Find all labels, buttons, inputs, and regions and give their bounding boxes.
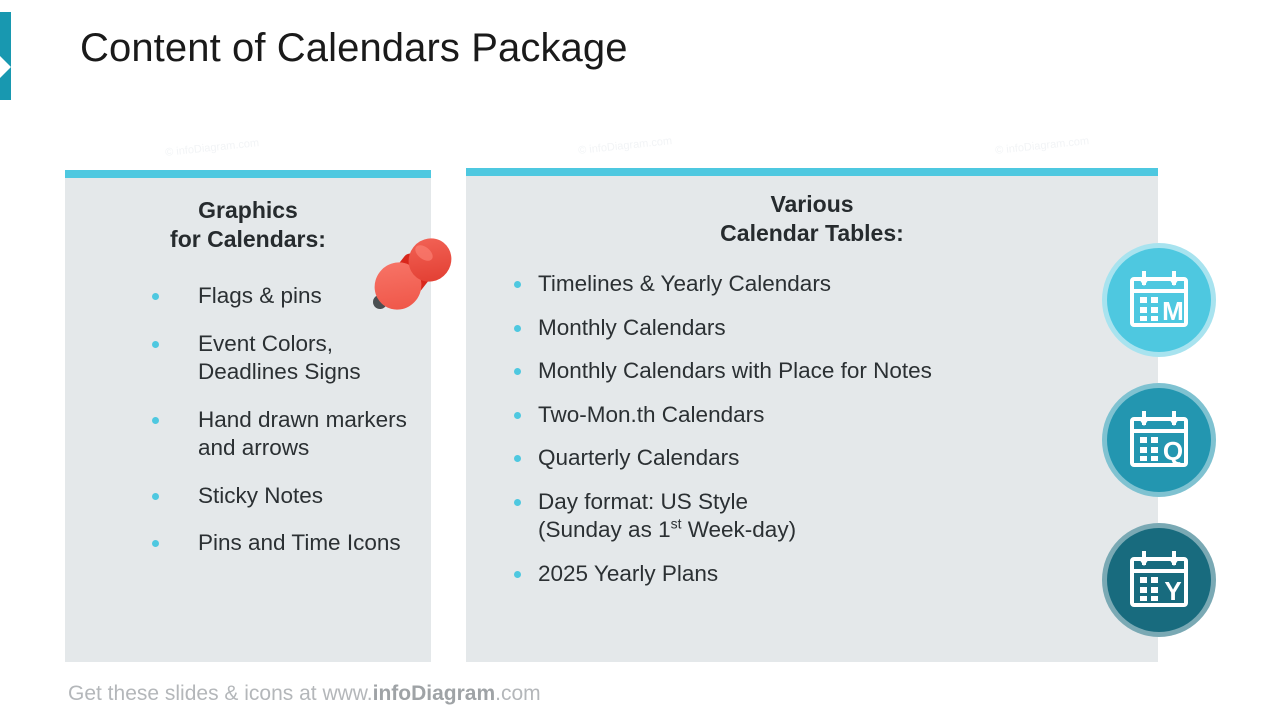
bullet-dot-icon [514,498,521,506]
ordinal-suffix: st [670,515,682,532]
list-item-label: Quarterly Calendars [538,445,740,471]
panel-top-accent-bar [466,168,1158,176]
quarterly-calendar-icon[interactable]: Q [1107,388,1211,492]
list-item: Pins and Time Icons [150,529,480,558]
footer-brand: infoDiagram [372,682,496,705]
list-item: Day format: US Style (Sunday as 1st Week… [490,488,1130,545]
watermark: © infoDiagram.com [994,135,1090,157]
left-panel-bullet-list: Flags & pins Event Colors, Deadlines Sign… [150,282,480,577]
right-panel-heading: Various Calendar Tables: [466,190,1158,248]
list-item-line1: Day format: US Style [538,488,749,514]
left-content-panel: Graphics for Calendars: Flags & pins Eve… [65,170,431,662]
list-item-label: Monthly Calendars with Place for Notes [538,358,932,384]
page-title: Content of Calendars Package [80,26,628,70]
list-item-label: Monthly Calendars [538,314,726,340]
list-item-label: Event Colors, Deadlines Signs [198,330,361,385]
list-item: Flags & pins [150,282,480,311]
right-panel-bullet-list: Timelines & Yearly Calendars Monthly Cal… [490,270,1130,604]
list-item: 2025 Yearly Plans [490,560,1130,589]
left-panel-heading-line1: Graphics [198,197,298,223]
list-item-line2-post: Week-day) [681,517,797,543]
right-panel-heading-line1: Various [770,191,854,217]
right-panel-heading-line2: Calendar Tables: [720,219,904,246]
list-item-label: Day format: US Style (Sunday as 1st Week… [538,488,1130,545]
list-item: Two-Mon.th Calendars [490,401,1130,430]
bullet-dot-icon [152,416,159,424]
list-item-label: Pins and Time Icons [198,530,401,556]
bullet-dot-icon [514,281,521,288]
list-item-label: 2025 Yearly Plans [538,560,719,586]
bullet-dot-icon [514,324,521,332]
footer-attribution: Get these slides & icons at www.infoDiag… [68,682,541,706]
bullet-dot-icon [514,411,521,419]
list-item: Timelines & Yearly Calendars [490,270,1130,299]
bullet-dot-icon [514,455,521,463]
list-item: Event Colors, Deadlines Signs [150,330,480,387]
panel-top-accent-bar [65,170,431,178]
calendar-glyph: Y [1130,551,1188,607]
calendar-icon-letter: Y [1164,576,1181,606]
list-item-label: Two-Mon.th Calendars [538,401,765,427]
bullet-dot-icon [152,293,159,300]
monthly-calendar-icon[interactable]: M [1107,248,1211,352]
list-item-label: Timelines & Yearly Calendars [538,271,832,296]
list-item: Quarterly Calendars [490,444,1130,473]
bullet-dot-icon [152,492,159,500]
list-item-label: Flags & pins [198,283,322,308]
list-item: Sticky Notes [150,482,480,511]
bullet-dot-icon [152,540,159,548]
bullet-dot-icon [152,340,159,348]
footer-suffix: .com [495,682,541,705]
watermark: © infoDiagram.com [577,135,673,157]
calendar-glyph: Q [1130,411,1188,467]
list-item-label: Hand drawn markers and arrows [198,406,407,461]
calendar-icon-letter: M [1162,296,1184,326]
right-content-panel: Various Calendar Tables: Timelines & Yea… [466,168,1158,662]
left-panel-heading: Graphics for Calendars: [65,196,431,254]
list-item: Monthly Calendars with Place for Notes [490,357,1130,386]
bullet-dot-icon [514,368,521,376]
footer-prefix: Get these slides & icons at www. [68,682,373,705]
list-item: Monthly Calendars [490,314,1130,343]
left-edge-accent-bar [0,12,11,100]
list-item-label: Sticky Notes [198,482,324,508]
calendar-icon-letter: Q [1163,436,1183,466]
chevron-right-icon [0,56,11,78]
list-item: Hand drawn markers and arrows [150,406,480,463]
yearly-calendar-icon[interactable]: Y [1107,528,1211,632]
watermark: © infoDiagram.com [164,137,260,159]
list-item-line2-pre: (Sunday as 1 [538,517,671,543]
left-panel-heading-line2: for Calendars: [170,225,326,252]
calendar-glyph: M [1130,271,1188,327]
bullet-dot-icon [514,570,521,578]
